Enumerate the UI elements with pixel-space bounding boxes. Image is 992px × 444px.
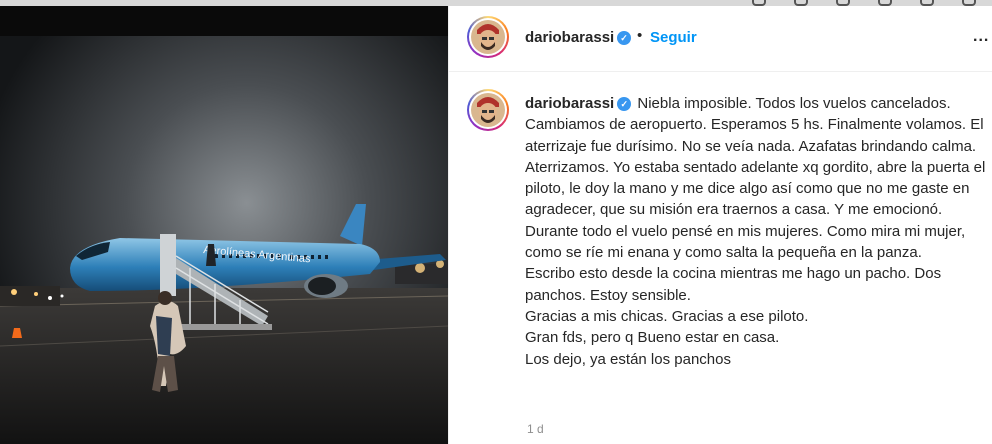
verified-badge-icon: ✓ bbox=[617, 31, 631, 45]
airplane-night-photo: Aerolíneas Argentinas bbox=[0, 6, 448, 444]
avatar[interactable] bbox=[467, 89, 509, 131]
verified-badge-icon: ✓ bbox=[617, 97, 632, 111]
caption-line: Durante todo el vuelo pensé en mis mujer… bbox=[525, 222, 966, 262]
follow-button[interactable]: Seguir bbox=[650, 29, 697, 46]
username[interactable]: dariobarassi bbox=[525, 29, 614, 46]
caption-section: dariobarassi ✓ Niebla imposible. Todos lo… bbox=[449, 72, 992, 444]
more-options-icon[interactable]: ... bbox=[973, 28, 989, 46]
post-header: dariobarassi ✓ • Seguir ... bbox=[449, 6, 992, 72]
caption-line: Gracias a mis chicas. Gracias a ese pilo… bbox=[525, 307, 809, 325]
caption-username[interactable]: dariobarassi bbox=[525, 95, 614, 112]
avatar[interactable] bbox=[467, 16, 509, 58]
post-caption: dariobarassi ✓ Niebla imposible. Todos lo… bbox=[525, 93, 987, 370]
profile-picture bbox=[471, 20, 505, 54]
caption-line: Los dejo, ya están los panchos bbox=[525, 350, 731, 368]
post-side-panel: dariobarassi ✓ • Seguir ... dariobarassi… bbox=[448, 6, 992, 444]
profile-picture bbox=[471, 93, 505, 127]
caption-line: Gran fds, pero q Bueno estar en casa. bbox=[525, 329, 780, 347]
post-photo[interactable]: Aerolíneas Argentinas bbox=[0, 6, 448, 444]
caption-line: Escribo esto desde la cocina mientras me… bbox=[525, 265, 942, 304]
caption-text: Niebla imposible. Todos los vuelos cance… bbox=[525, 95, 986, 219]
separator-dot: • bbox=[637, 27, 643, 44]
post-timestamp[interactable]: 1 d bbox=[527, 422, 544, 436]
